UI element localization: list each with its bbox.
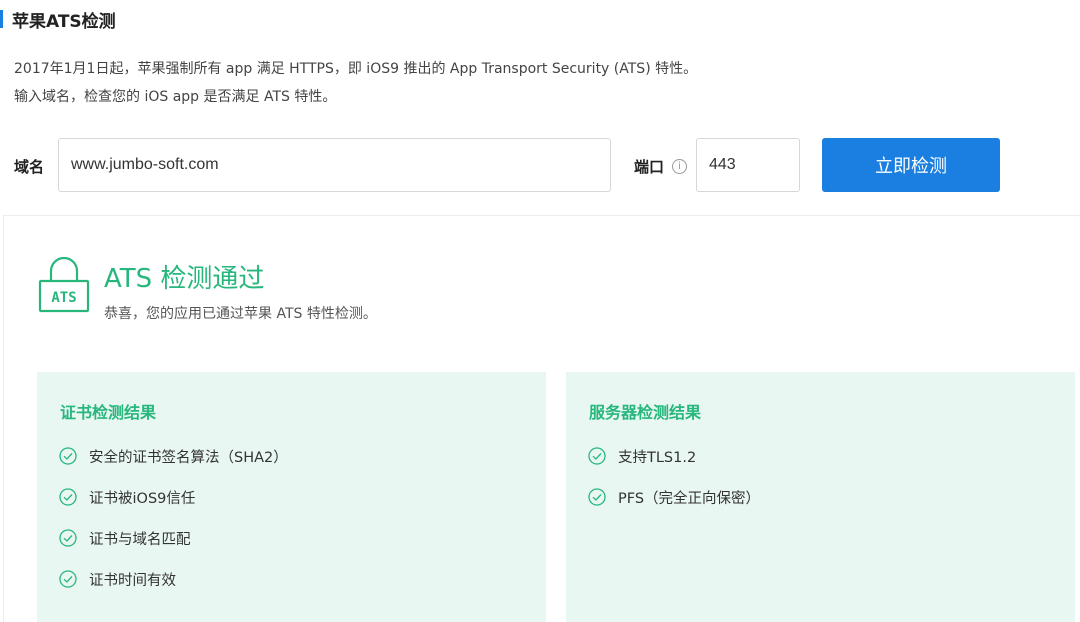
check-circle-icon xyxy=(59,529,77,547)
info-icon[interactable]: i xyxy=(672,159,688,174)
check-item: 证书与域名匹配 xyxy=(59,528,288,569)
check-now-button[interactable]: 立即检测 xyxy=(822,138,1000,192)
cert-card-title: 证书检测结果 xyxy=(60,403,157,422)
check-circle-icon xyxy=(588,488,606,506)
page-title: 苹果ATS检测 xyxy=(12,11,116,32)
check-item-label: 证书被iOS9信任 xyxy=(89,491,196,507)
check-item-label: 证书与域名匹配 xyxy=(89,532,191,548)
lock-icon-text: ATS xyxy=(51,290,76,306)
server-result-card: 服务器检测结果 支持TLS1.2 PFS（完全正向保密） xyxy=(566,372,1075,622)
check-circle-icon xyxy=(588,447,606,465)
check-item: 证书时间有效 xyxy=(59,569,288,610)
check-item: 证书被iOS9信任 xyxy=(59,487,288,528)
intro-line-2: 输入域名，检查您的 iOS app 是否满足 ATS 特性。 xyxy=(14,89,337,105)
intro-line-1: 2017年1月1日起，苹果强制所有 app 满足 HTTPS，即 iOS9 推出… xyxy=(14,61,698,77)
check-circle-icon xyxy=(59,488,77,506)
check-circle-icon xyxy=(59,570,77,588)
port-label-group: 端口 i xyxy=(634,156,688,177)
result-subtitle: 恭喜，您的应用已通过苹果 ATS 特性检测。 xyxy=(104,306,377,322)
server-check-list: 支持TLS1.2 PFS（完全正向保密） xyxy=(588,446,760,528)
check-item: 支持TLS1.2 xyxy=(588,446,760,487)
port-label: 端口 xyxy=(634,158,665,176)
server-card-title: 服务器检测结果 xyxy=(589,403,702,422)
cert-result-card: 证书检测结果 安全的证书签名算法（SHA2） 证书被iOS9信任 证书与域名匹配… xyxy=(37,372,546,622)
title-accent-bar xyxy=(0,10,3,28)
check-item-label: PFS（完全正向保密） xyxy=(618,491,761,507)
check-item-label: 支持TLS1.2 xyxy=(618,450,697,466)
check-item-label: 证书时间有效 xyxy=(89,573,176,589)
domain-label: 域名 xyxy=(14,158,45,176)
page-header: 苹果ATS检测 xyxy=(0,8,116,32)
domain-input[interactable] xyxy=(58,138,611,192)
cert-check-list: 安全的证书签名算法（SHA2） 证书被iOS9信任 证书与域名匹配 证书时间有效 xyxy=(59,446,288,610)
check-circle-icon xyxy=(59,447,77,465)
check-item: 安全的证书签名算法（SHA2） xyxy=(59,446,288,487)
check-item: PFS（完全正向保密） xyxy=(588,487,760,528)
check-item-label: 安全的证书签名算法（SHA2） xyxy=(89,450,288,466)
lock-icon: ATS xyxy=(38,256,90,313)
port-input[interactable] xyxy=(696,138,800,192)
result-title: ATS 检测通过 xyxy=(104,264,265,294)
